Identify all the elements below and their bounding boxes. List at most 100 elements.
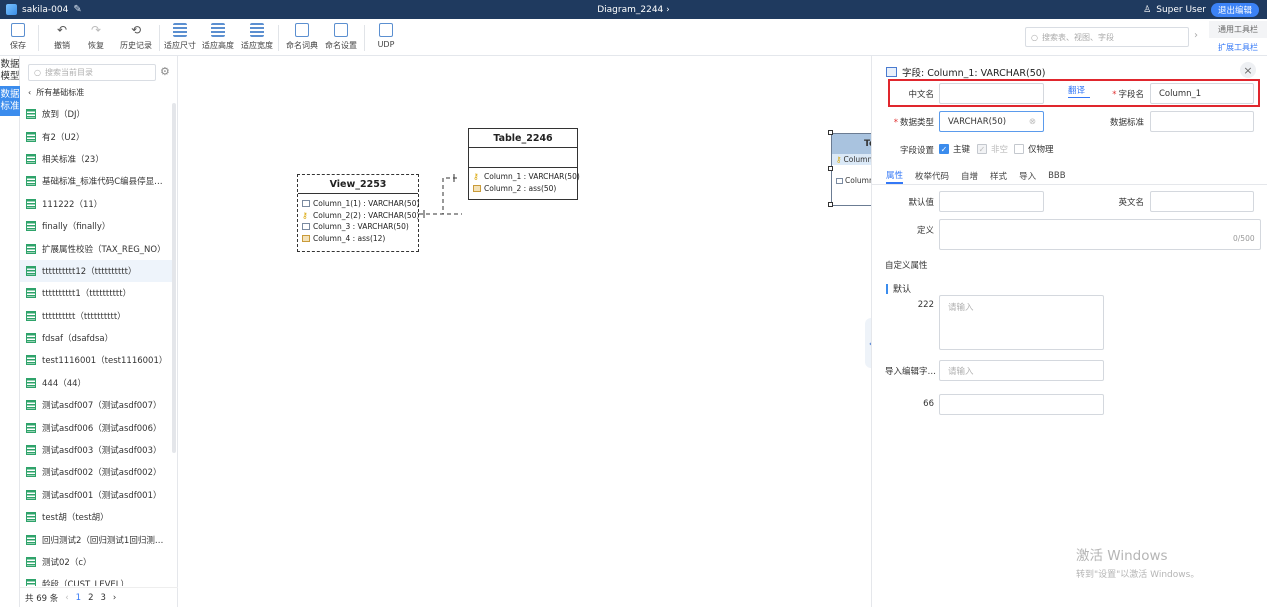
- undo-button[interactable]: ↶ 撤销: [44, 22, 80, 51]
- undo-label: 撤销: [54, 41, 70, 50]
- resize-handle[interactable]: [828, 130, 833, 135]
- entity-column-row[interactable]: ⚷ Column: [832, 154, 871, 165]
- prev-page-button[interactable]: ‹: [65, 593, 68, 603]
- list-item[interactable]: 测试asdf001（测试asdf001）: [20, 484, 172, 506]
- fit-height-button[interactable]: 适应高度: [199, 22, 237, 51]
- list-item[interactable]: tttttttttt12（tttttttttt）: [20, 259, 172, 283]
- definition-textarea[interactable]: [939, 219, 1261, 250]
- udp-button[interactable]: UDP: [368, 22, 404, 49]
- extension-toolbar-tab[interactable]: 扩展工具栏: [1209, 42, 1267, 53]
- chevron-right-icon[interactable]: ›: [1194, 30, 1198, 41]
- relationship-line[interactable]: [419, 177, 460, 215]
- tab-5[interactable]: BBB: [1048, 167, 1066, 184]
- page-3[interactable]: 3: [100, 593, 105, 603]
- physical-only-checkbox[interactable]: 仅物理: [1014, 143, 1054, 155]
- default-value-input[interactable]: [939, 191, 1044, 212]
- tab-0[interactable]: 属性: [886, 167, 904, 184]
- list-item[interactable]: 111222（11）: [20, 193, 172, 215]
- resize-handle[interactable]: [828, 202, 833, 207]
- entity-column-row[interactable]: Column_1(1) : VARCHAR(50): [298, 198, 419, 210]
- list-item[interactable]: test胡（test胡）: [20, 506, 172, 528]
- entity-column-row[interactable]: Column_4 : ass(12): [298, 233, 418, 245]
- fit-size-label: 适应尺寸: [164, 41, 196, 50]
- naming-dict-button[interactable]: 命名词典: [282, 22, 322, 51]
- diagram-canvas[interactable]: View_2253 Column_1(1) : VARCHAR(50) ⚷ Colu…: [178, 56, 871, 607]
- back-to-all-standards[interactable]: ‹ 所有基础标准: [28, 87, 84, 98]
- list-item[interactable]: 测试asdf002（测试asdf002）: [20, 461, 172, 483]
- list-item[interactable]: fdsaf（dsafdsa）: [20, 327, 172, 349]
- tab-1[interactable]: 枚举代码: [915, 167, 949, 184]
- not-null-checkbox[interactable]: ✓ 非空: [977, 143, 1008, 155]
- tab-2[interactable]: 自增: [961, 167, 978, 184]
- entity-column-row[interactable]: Column_3 : VARCHAR(50): [298, 221, 418, 233]
- list-item[interactable]: tttttttttt1（tttttttttt）: [20, 282, 172, 304]
- column-text: Column_1 : VARCHAR(50): [484, 172, 580, 182]
- table-search-input[interactable]: ○ 搜索表、视图、字段: [1025, 27, 1189, 47]
- page-2[interactable]: 2: [88, 593, 93, 603]
- next-page-button[interactable]: ›: [113, 593, 116, 603]
- naming-settings-button[interactable]: 命名设置: [321, 22, 361, 51]
- toolbar: 保存 ↶ 撤销 ↷ 恢复 ⟲ 历史记录 适应尺寸 适应高度 适应宽度 命名词典 命名设…: [0, 19, 1267, 56]
- entity-column-row[interactable]: Column_2 : ass(50): [469, 183, 577, 195]
- primary-key-checkbox[interactable]: ✓ 主键: [939, 143, 970, 155]
- list-item[interactable]: 回归测试2（回归测试1回归测…: [20, 528, 172, 550]
- list-item[interactable]: 测试02（c）: [20, 551, 172, 573]
- table-entity[interactable]: Table_2246 ⚷ Column_1 : VARCHAR(50) Column…: [468, 128, 580, 200]
- entity-column-row[interactable]: Column: [832, 175, 871, 186]
- list-item[interactable]: finally（finally）: [20, 215, 172, 237]
- list-item[interactable]: 龄段（CUST_LEVEL）: [20, 573, 172, 586]
- total-count: 共 69 条: [25, 593, 59, 604]
- column-icon: [302, 223, 310, 231]
- tab-3[interactable]: 样式: [990, 167, 1007, 184]
- resize-handle[interactable]: [828, 166, 833, 171]
- clear-icon[interactable]: ⊗: [1029, 117, 1036, 127]
- fit-size-button[interactable]: 适应尺寸: [161, 22, 199, 51]
- redo-button[interactable]: ↷ 恢复: [78, 22, 114, 51]
- general-toolbar-tab[interactable]: 通用工具栏: [1209, 21, 1267, 38]
- list-item[interactable]: 放到（DJ）: [20, 103, 172, 125]
- diagram-title[interactable]: Diagram_2244 ›: [597, 5, 670, 15]
- list-item[interactable]: 有2（U2）: [20, 125, 172, 147]
- english-name-input[interactable]: [1150, 191, 1254, 212]
- chinese-name-input[interactable]: [939, 83, 1044, 104]
- selected-table-entity[interactable]: Te ⚷ Column Column: [831, 133, 871, 206]
- list-item-label: test胡（test胡）: [42, 513, 109, 524]
- gear-icon[interactable]: ⚙: [160, 65, 170, 78]
- page-1[interactable]: 1: [76, 593, 81, 603]
- scrollbar[interactable]: [172, 103, 176, 453]
- list-item[interactable]: 测试asdf006（测试asdf006）: [20, 416, 172, 438]
- view-entity[interactable]: View_2253 Column_1(1) : VARCHAR(50) ⚷ Colu…: [297, 174, 419, 252]
- field-name-input[interactable]: Column_1: [1150, 83, 1254, 104]
- list-item[interactable]: 测试asdf003（测试asdf003）: [20, 439, 172, 461]
- udp-icon: [379, 23, 393, 37]
- save-label: 保存: [10, 41, 26, 50]
- attr-66-input[interactable]: [939, 394, 1104, 415]
- list-item[interactable]: 扩展属性校验（TAX_REG_NO）: [20, 237, 172, 259]
- tab-4[interactable]: 导入: [1019, 167, 1036, 184]
- data-type-select[interactable]: VARCHAR(50) ⊗: [939, 111, 1044, 132]
- save-button[interactable]: 保存: [0, 22, 36, 51]
- list-item[interactable]: 444（44）: [20, 372, 172, 394]
- tab-data-standard[interactable]: 数据标准: [0, 86, 20, 116]
- entity-column-row[interactable]: ⚷ Column_1 : VARCHAR(50): [469, 171, 580, 183]
- import-edit-input[interactable]: 请输入: [939, 360, 1104, 381]
- translate-link[interactable]: 翻译: [1068, 84, 1090, 98]
- close-icon[interactable]: ×: [1240, 62, 1256, 78]
- table-icon: [26, 579, 36, 586]
- data-standard-input[interactable]: [1150, 111, 1254, 132]
- history-button[interactable]: ⟲ 历史记录: [116, 22, 156, 51]
- key-icon: ⚷: [302, 210, 308, 220]
- list-item[interactable]: test1116001（test1116001）: [20, 349, 172, 371]
- list-item[interactable]: 测试asdf007（测试asdf007）: [20, 394, 172, 416]
- tab-data-model[interactable]: 数据模型: [0, 56, 20, 86]
- list-item[interactable]: 相关标准（23）: [20, 148, 172, 170]
- entity-column-row[interactable]: ⚷ Column_2(2) : VARCHAR(50): [298, 210, 419, 222]
- attr-222-textarea[interactable]: 请输入: [939, 295, 1104, 350]
- edit-pencil-icon[interactable]: ✎: [73, 4, 81, 15]
- exit-edit-button[interactable]: 退出编辑: [1210, 2, 1259, 17]
- list-item[interactable]: 基础标准_标准代码C编县停显…: [20, 170, 172, 192]
- import-edit-placeholder: 请输入: [948, 366, 974, 377]
- directory-search-input[interactable]: ○ 搜索当前目录: [28, 64, 156, 81]
- list-item[interactable]: tttttttttt（tttttttttt）: [20, 305, 172, 327]
- fit-width-button[interactable]: 适应宽度: [238, 22, 276, 51]
